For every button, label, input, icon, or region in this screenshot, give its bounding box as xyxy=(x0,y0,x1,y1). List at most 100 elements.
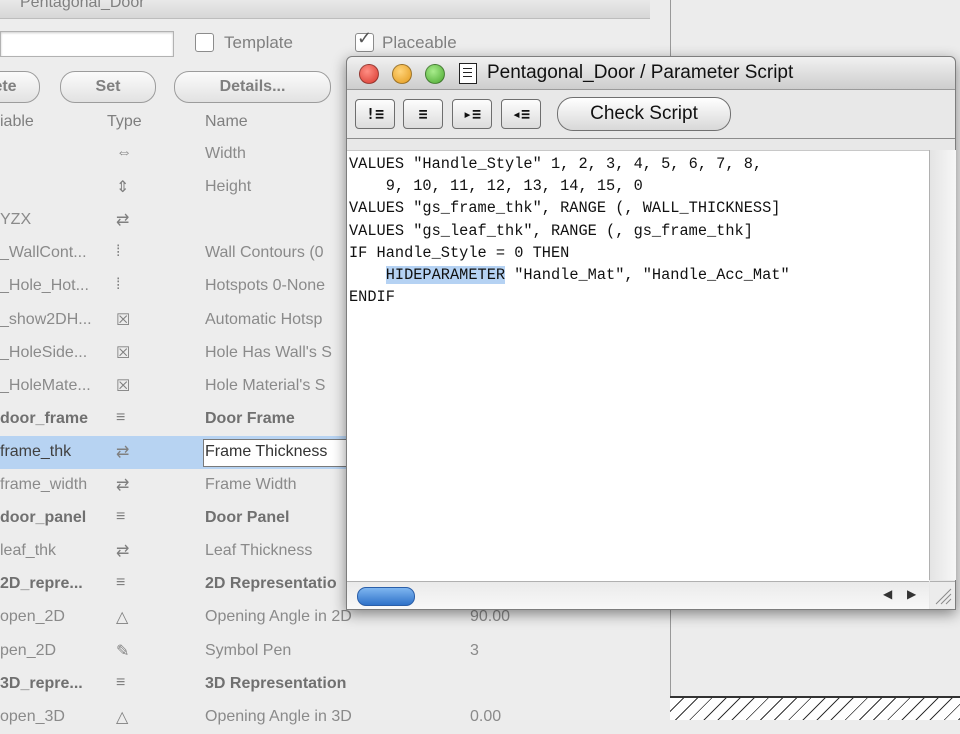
parameter-type-icon: △ xyxy=(116,708,129,726)
details-button[interactable]: Details... xyxy=(174,71,331,103)
parameter-name: Hole Has Wall's S xyxy=(205,343,332,361)
parameter-variable: _show2DH... xyxy=(0,310,92,328)
vertical-scrollbar[interactable] xyxy=(929,150,956,580)
parameter-row[interactable]: _show2DH... ☒ Automatic Hotsp xyxy=(0,304,360,337)
placeable-checkbox[interactable]: ✓ xyxy=(355,28,374,52)
resize-grip-icon[interactable] xyxy=(930,581,955,609)
parameter-name: Hole Material's S xyxy=(205,376,326,394)
parameter-type-icon: ⇕ xyxy=(116,179,130,197)
parameter-search-field[interactable] xyxy=(0,31,174,57)
parameter-row[interactable]: 3D_repre... ≡ 3D Representation xyxy=(0,668,360,701)
parameter-row[interactable]: frame_width ⇄ Frame Width xyxy=(0,469,360,502)
parameter-value: 90.00 xyxy=(470,608,511,626)
indent-button[interactable]: ▸≡ xyxy=(452,99,492,129)
parameter-name: Automatic Hotsp xyxy=(205,310,323,328)
parameter-type-icon: ☒ xyxy=(116,344,131,362)
code-line: 9, 10, 11, 12, 13, 14, 15, 0 xyxy=(349,177,643,196)
parameter-variable: door_panel xyxy=(0,509,87,527)
parameter-variable: _HoleMate... xyxy=(0,376,91,394)
insert-comment-button[interactable]: !≡ xyxy=(355,99,395,129)
parameter-variable: pen_2D xyxy=(0,641,57,659)
parameter-script-window: Pentagonal_Door / Parameter Script !≡ ≡ … xyxy=(346,56,956,610)
variable-column-header[interactable]: iable xyxy=(0,113,34,131)
parameter-variable: _Hole_Hot... xyxy=(0,277,89,295)
template-label: Template xyxy=(224,33,293,52)
zoom-icon[interactable] xyxy=(425,64,445,84)
delete-button[interactable]: ete xyxy=(0,71,40,103)
parameter-type-icon: △ xyxy=(116,609,129,627)
parameter-type-icon: ⁞ xyxy=(116,243,121,261)
parameter-type-icon: ☒ xyxy=(116,311,131,329)
selected-keyword: HIDEPARAMETER xyxy=(385,266,506,285)
parameter-type-icon: ⇄ xyxy=(116,543,130,561)
background-window-title: Pentagonal_Door xyxy=(20,0,145,11)
outdent-button[interactable]: ◂≡ xyxy=(501,99,541,129)
parameter-variable: leaf_thk xyxy=(0,542,57,560)
name-column-header[interactable]: Name xyxy=(205,113,248,131)
horizontal-scrollbar[interactable]: ◀ ▶ xyxy=(347,581,929,609)
parameter-row[interactable]: ⇕ Height xyxy=(0,171,360,204)
parameter-type-icon: ✎ xyxy=(116,642,130,660)
parameter-name: 2D Representatio xyxy=(205,575,337,593)
parameter-type-icon: ⇄ xyxy=(116,477,130,494)
script-code: VALUES "Handle_Style" 1, 2, 3, 4, 5, 6, … xyxy=(349,153,790,308)
parameter-row-selected[interactable]: frame_thk ⇄ Frame Thickness xyxy=(0,435,360,469)
script-window-titlebar[interactable]: Pentagonal_Door / Parameter Script xyxy=(347,57,955,90)
script-toolbar: !≡ ≡ ▸≡ ◂≡ Check Script xyxy=(347,90,955,139)
code-line: IF Handle_Style = 0 THEN xyxy=(349,243,570,262)
code-line: VALUES "gs_leaf_thk", RANGE (, gs_frame_… xyxy=(349,221,753,240)
parameter-row[interactable]: _Hole_Hot... ⁞ Hotspots 0-None xyxy=(0,270,360,303)
parameter-name: Height xyxy=(205,178,252,196)
parameter-name: Opening Angle in 3D xyxy=(205,707,352,725)
parameter-row[interactable]: door_panel ≡ Door Panel xyxy=(0,502,360,535)
parameter-name: Door Panel xyxy=(205,509,290,527)
scroll-right-icon[interactable]: ▶ xyxy=(907,587,916,601)
parameter-type-icon: ⇄ xyxy=(116,443,130,461)
parameter-name: Frame Width xyxy=(205,476,297,493)
type-column-header[interactable]: Type xyxy=(107,113,142,131)
parameter-variable: YZX xyxy=(0,211,32,229)
parameter-row[interactable]: open_2D △ Opening Angle in 2D 90.00 xyxy=(0,601,510,634)
parameter-variable: _HoleSide... xyxy=(0,343,88,361)
parameter-row[interactable]: pen_2D ✎ Symbol Pen 3 xyxy=(0,635,479,668)
document-icon xyxy=(459,63,477,84)
parameter-row[interactable]: door_frame ≡ Door Frame xyxy=(0,403,360,436)
parameter-row[interactable]: _HoleMate... ☒ Hole Material's S xyxy=(0,370,360,403)
check-script-button[interactable]: Check Script xyxy=(557,97,731,131)
code-line: ENDIF xyxy=(349,288,395,307)
parameter-type-icon: ☒ xyxy=(116,377,131,395)
close-icon[interactable] xyxy=(359,64,379,84)
format-button[interactable]: ≡ xyxy=(403,99,443,129)
parameter-row[interactable]: leaf_thk ⇄ Leaf Thickness xyxy=(0,535,360,568)
set-button[interactable]: Set xyxy=(60,71,156,103)
parameter-name: Hotspots 0-None xyxy=(205,277,326,295)
parameter-type-icon: ≡ xyxy=(116,673,126,691)
parameter-type-icon: ⁞ xyxy=(116,276,121,294)
minimize-icon[interactable] xyxy=(392,64,412,84)
parameter-variable: door_frame xyxy=(0,409,89,427)
parameter-name: Wall Contours (0 xyxy=(205,244,324,262)
template-checkbox[interactable] xyxy=(195,33,214,52)
parameter-row[interactable]: YZX ⇄ xyxy=(0,204,360,237)
horizontal-scroll-thumb[interactable] xyxy=(357,587,415,606)
parameter-variable: open_3D xyxy=(0,707,65,725)
script-editor[interactable]: VALUES "Handle_Style" 1, 2, 3, 4, 5, 6, … xyxy=(347,150,940,581)
parameter-type-icon: ≡ xyxy=(116,508,126,526)
parameter-row[interactable]: _HoleSide... ☒ Hole Has Wall's S xyxy=(0,337,360,370)
code-line: VALUES "gs_frame_thk", RANGE (, WALL_THI… xyxy=(349,199,781,218)
preview-hatch xyxy=(670,698,960,720)
parameter-name: Symbol Pen xyxy=(205,641,292,659)
parameter-variable: 3D_repre... xyxy=(0,674,83,692)
parameter-type-icon: ≡ xyxy=(116,574,126,592)
code-line: VALUES "Handle_Style" 1, 2, 3, 4, 5, 6, … xyxy=(349,155,763,173)
placeable-label: Placeable xyxy=(382,33,457,52)
parameter-name: Width xyxy=(205,145,246,162)
script-window-title: Pentagonal_Door / Parameter Script xyxy=(487,62,794,83)
parameter-name: Door Frame xyxy=(205,409,295,427)
parameter-row[interactable]: open_3D △ Opening Angle in 3D 0.00 xyxy=(0,701,501,734)
parameter-variable: 2D_repre... xyxy=(0,575,83,593)
parameter-row[interactable]: 2D_repre... ≡ 2D Representatio xyxy=(0,568,360,601)
parameter-row[interactable]: ⇔ Width xyxy=(0,138,360,171)
parameter-row[interactable]: _WallCont... ⁞ Wall Contours (0 xyxy=(0,237,360,270)
scroll-left-icon[interactable]: ◀ xyxy=(883,587,892,601)
